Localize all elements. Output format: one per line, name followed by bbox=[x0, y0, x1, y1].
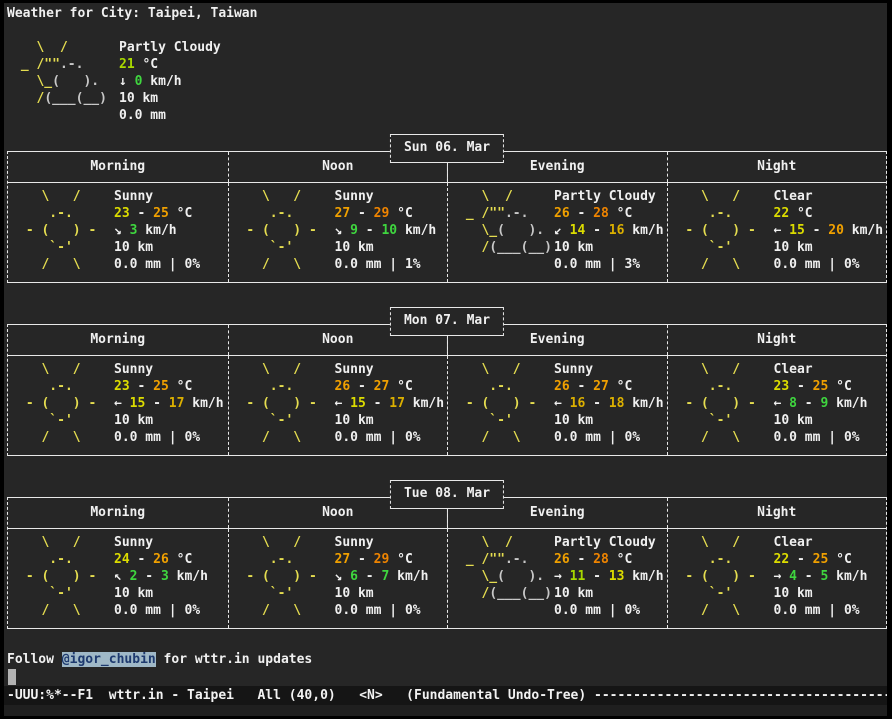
page-title: Weather for City: Taipei, Taiwan bbox=[7, 5, 887, 22]
footer-line: Follow @igor_chubin for wttr.in updates bbox=[7, 651, 887, 668]
period-header-night: Night bbox=[667, 152, 887, 182]
sunny-icon: \ / .-. - ( ) - `-' / \ bbox=[18, 188, 114, 273]
forecast-cell-evening: \ / _ /"".-. \_( ). /(___(__)Partly Clou… bbox=[447, 529, 667, 628]
current-conditions: \ / _ /"".-. \_( ). /(___(__) Partly Clo… bbox=[7, 39, 887, 124]
forecast-cell-noon: \ / .-. - ( ) - `-' / \Sunny 26 - 27 °C … bbox=[228, 356, 448, 455]
partly-cloudy-icon: \ / _ /"".-. \_( ). /(___(__) bbox=[458, 534, 554, 619]
forecast-body-row: \ / .-. - ( ) - `-' / \Sunny 24 - 26 °C … bbox=[8, 529, 886, 628]
clear-icon: \ / .-. - ( ) - `-' / \ bbox=[678, 361, 774, 446]
text-cursor[interactable] bbox=[8, 669, 16, 685]
forecast-info: Clear 23 - 25 °C ← 8 - 9 km/h 10 km 0.0 … bbox=[774, 361, 868, 446]
footer-suffix: for wttr.in updates bbox=[156, 652, 313, 667]
date-label: Mon 07. Mar bbox=[404, 313, 490, 328]
date-box: Sun 06. Mar bbox=[390, 134, 504, 163]
forecast-info: Clear 22 °C ← 15 - 20 km/h 10 km 0.0 mm … bbox=[774, 188, 884, 273]
sunny-icon: \ / .-. - ( ) - `-' / \ bbox=[239, 534, 335, 619]
forecast-info: Sunny 24 - 26 °C ↖ 2 - 3 km/h 10 km 0.0 … bbox=[114, 534, 208, 619]
forecast-body-row: \ / .-. - ( ) - `-' / \Sunny 23 - 25 °C … bbox=[8, 356, 886, 455]
emacs-frame: Weather for City: Taipei, Taiwan \ / _ /… bbox=[4, 3, 887, 716]
partly-cloudy-icon: \ / _ /"".-. \_( ). /(___(__) bbox=[458, 188, 554, 273]
forecast-cell-night: \ / .-. - ( ) - `-' / \Clear 22 - 25 °C … bbox=[667, 529, 887, 628]
forecast-cell-noon: \ / .-. - ( ) - `-' / \Sunny 27 - 29 °C … bbox=[228, 183, 448, 282]
forecast-cell-night: \ / .-. - ( ) - `-' / \Clear 22 °C ← 15 … bbox=[667, 183, 887, 282]
sunny-icon: \ / .-. - ( ) - `-' / \ bbox=[458, 361, 554, 446]
forecast-info: Partly Cloudy 26 - 28 °C ↙ 14 - 16 km/h … bbox=[554, 188, 664, 273]
sunny-icon: \ / .-. - ( ) - `-' / \ bbox=[18, 361, 114, 446]
forecast-day: Mon 07. Mar MorningNoonEveningNight \ / … bbox=[7, 324, 887, 456]
period-header-night: Night bbox=[667, 325, 887, 355]
date-box: Tue 08. Mar bbox=[390, 480, 504, 509]
modeline: -UUU:%*--F1 wttr.in - Taipei All (40,0) … bbox=[4, 686, 887, 705]
period-header-morning: Morning bbox=[8, 152, 228, 182]
sunny-icon: \ / .-. - ( ) - `-' / \ bbox=[18, 534, 114, 619]
forecast-info: Sunny 27 - 29 °C ↘ 6 - 7 km/h 10 km 0.0 … bbox=[335, 534, 429, 619]
date-label: Sun 06. Mar bbox=[404, 140, 490, 155]
forecast-cell-morning: \ / .-. - ( ) - `-' / \Sunny 24 - 26 °C … bbox=[8, 529, 228, 628]
current-conditions-info: Partly Cloudy 21 °C ↓ 0 km/h 10 km 0.0 m… bbox=[119, 39, 221, 124]
forecast-cell-night: \ / .-. - ( ) - `-' / \Clear 23 - 25 °C … bbox=[667, 356, 887, 455]
period-header-morning: Morning bbox=[8, 325, 228, 355]
forecast-cell-morning: \ / .-. - ( ) - `-' / \Sunny 23 - 25 °C … bbox=[8, 356, 228, 455]
clear-icon: \ / .-. - ( ) - `-' / \ bbox=[678, 534, 774, 619]
forecast-info: Sunny 23 - 25 °C ← 15 - 17 km/h 10 km 0.… bbox=[114, 361, 224, 446]
wttr-buffer: Weather for City: Taipei, Taiwan \ / _ /… bbox=[4, 3, 887, 686]
forecast-cell-evening: \ / .-. - ( ) - `-' / \Sunny 26 - 27 °C … bbox=[447, 356, 667, 455]
sunny-icon: \ / .-. - ( ) - `-' / \ bbox=[239, 188, 335, 273]
period-header-morning: Morning bbox=[8, 498, 228, 528]
forecast-info: Sunny 26 - 27 °C ← 15 - 17 km/h 10 km 0.… bbox=[335, 361, 445, 446]
forecast-cell-noon: \ / .-. - ( ) - `-' / \Sunny 27 - 29 °C … bbox=[228, 529, 448, 628]
forecast-days: Sun 06. Mar MorningNoonEveningNight \ / … bbox=[7, 151, 887, 629]
forecast-info: Sunny 26 - 27 °C ← 16 - 18 km/h 10 km 0.… bbox=[554, 361, 664, 446]
forecast-day: Sun 06. Mar MorningNoonEveningNight \ / … bbox=[7, 151, 887, 283]
forecast-cell-morning: \ / .-. - ( ) - `-' / \Sunny 23 - 25 °C … bbox=[8, 183, 228, 282]
forecast-info: Clear 22 - 25 °C → 4 - 5 km/h 10 km 0.0 … bbox=[774, 534, 868, 619]
partly-cloudy-icon: \ / _ /"".-. \_( ). /(___(__) bbox=[13, 39, 119, 124]
forecast-day: Tue 08. Mar MorningNoonEveningNight \ / … bbox=[7, 497, 887, 629]
echo-area[interactable] bbox=[4, 705, 887, 716]
forecast-body-row: \ / .-. - ( ) - `-' / \Sunny 23 - 25 °C … bbox=[8, 183, 886, 282]
clear-icon: \ / .-. - ( ) - `-' / \ bbox=[678, 188, 774, 273]
forecast-info: Partly Cloudy 26 - 28 °C → 11 - 13 km/h … bbox=[554, 534, 664, 619]
forecast-cell-evening: \ / _ /"".-. \_( ). /(___(__)Partly Clou… bbox=[447, 183, 667, 282]
forecast-info: Sunny 23 - 25 °C ↘ 3 km/h 10 km 0.0 mm |… bbox=[114, 188, 200, 273]
forecast-info: Sunny 27 - 29 °C ↘ 9 - 10 km/h 10 km 0.0… bbox=[335, 188, 437, 273]
sunny-icon: \ / .-. - ( ) - `-' / \ bbox=[239, 361, 335, 446]
date-box: Mon 07. Mar bbox=[390, 307, 504, 336]
period-header-night: Night bbox=[667, 498, 887, 528]
twitter-handle-link[interactable]: @igor_chubin bbox=[62, 652, 156, 667]
date-label: Tue 08. Mar bbox=[404, 486, 490, 501]
footer-prefix: Follow bbox=[7, 652, 62, 667]
